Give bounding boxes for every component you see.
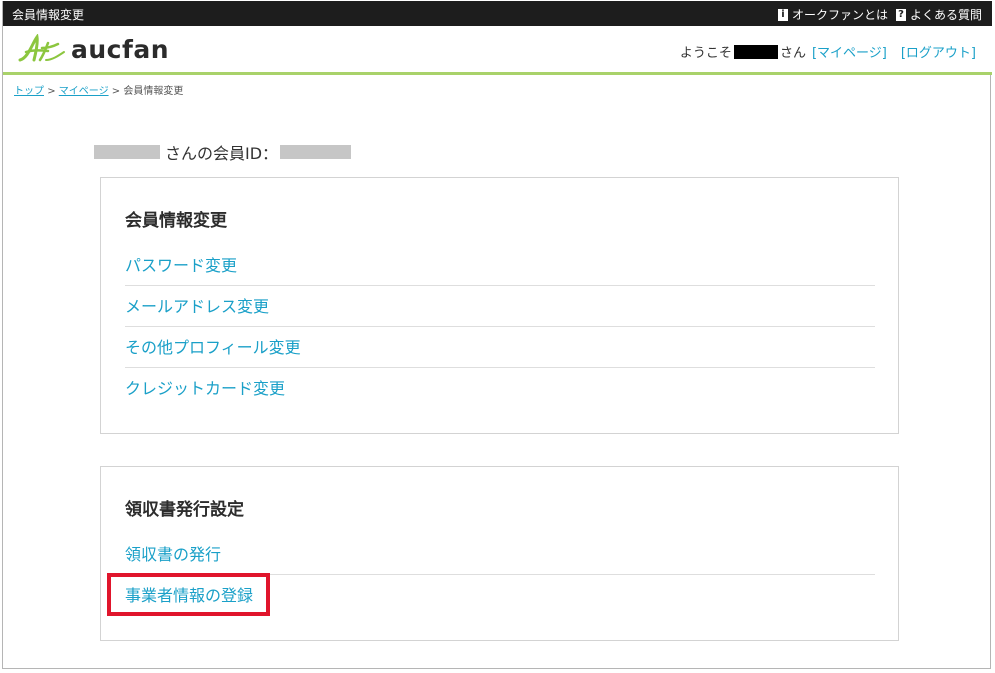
breadcrumb-top-link[interactable]: トップ xyxy=(14,86,44,97)
breadcrumb-separator: > xyxy=(111,86,121,97)
window-title: 会員情報変更 xyxy=(12,8,85,22)
credit-card-change-link[interactable]: クレジットカード変更 xyxy=(125,368,875,409)
info-icon: i xyxy=(778,8,788,21)
aucfan-leaf-icon xyxy=(18,34,65,62)
about-aucfan-label: オークファンとは xyxy=(792,8,889,22)
redacted-member-id xyxy=(280,145,352,159)
welcome-label: ようこそ xyxy=(679,46,732,61)
breadcrumb-mypage-link[interactable]: マイページ xyxy=(59,86,109,97)
logout-link[interactable]: [ログアウト] xyxy=(901,42,976,61)
mypage-link[interactable]: [マイページ] xyxy=(812,42,887,61)
email-change-link[interactable]: メールアドレス変更 xyxy=(125,286,875,327)
faq-label: よくある質問 xyxy=(910,8,983,22)
breadcrumb-separator: > xyxy=(47,86,56,97)
breadcrumb-current: 会員情報変更 xyxy=(123,86,184,97)
receipt-issue-link[interactable]: 領収書の発行 xyxy=(125,534,875,575)
aucfan-logo[interactable]: aucfan xyxy=(18,34,169,64)
breadcrumb: トップ > マイページ > 会員情報変更 xyxy=(14,82,183,97)
member-info-section: 会員情報変更 パスワード変更 メールアドレス変更 その他プロフィール変更 クレジ… xyxy=(100,177,899,434)
about-aucfan-link[interactable]: i オークファンとは xyxy=(778,6,888,23)
question-icon: ? xyxy=(896,8,906,21)
welcome-suffix: さん xyxy=(779,46,806,61)
highlight-box xyxy=(107,573,270,616)
member-id-line: さんの会員ID： xyxy=(94,140,352,164)
top-bar: 会員情報変更 i オークファンとは ? よくある質問 xyxy=(3,1,992,26)
member-id-label: さんの会員ID： xyxy=(165,144,279,163)
section-title: 会員情報変更 xyxy=(125,211,227,231)
password-change-link[interactable]: パスワード変更 xyxy=(125,245,875,286)
profile-change-link[interactable]: その他プロフィール変更 xyxy=(125,327,875,368)
redacted-username xyxy=(733,44,778,59)
section-title: 領収書発行設定 xyxy=(125,500,244,520)
faq-link[interactable]: ? よくある質問 xyxy=(896,6,982,23)
user-box: ようこそ さん [マイページ] [ログアウト] xyxy=(680,42,976,61)
logo-text: aucfan xyxy=(71,34,170,64)
site-header: aucfan ようこそ さん [マイページ] [ログアウト] xyxy=(3,26,992,75)
redacted-member-name xyxy=(94,145,160,159)
page-frame: 会員情報変更 i オークファンとは ? よくある質問 aucfan ようこそ さ… xyxy=(2,1,992,669)
